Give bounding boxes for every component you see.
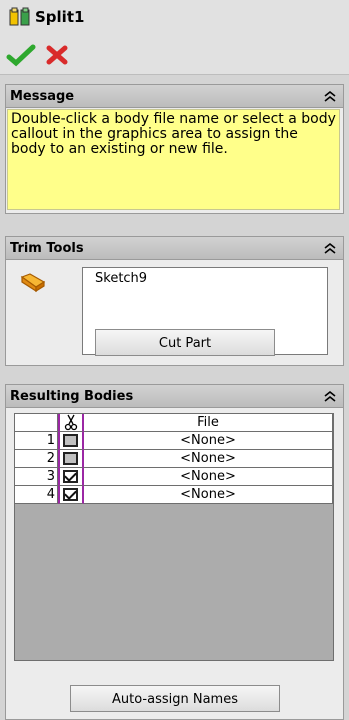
bodies-table: File 1 <None> 2 <None> 3 <None> 4 <None> (14, 413, 334, 661)
table-row[interactable]: 1 <None> (15, 432, 333, 450)
trim-tool-item[interactable]: Sketch9 (95, 271, 315, 286)
body-checkbox[interactable] (63, 452, 78, 465)
resulting-bodies-header[interactable]: Resulting Bodies (6, 385, 343, 408)
body-checkbox-cell[interactable] (58, 486, 84, 504)
feature-titlebar: Split1 (0, 0, 349, 34)
action-bar (0, 34, 349, 75)
body-file-cell[interactable]: <None> (84, 432, 333, 450)
body-file-cell[interactable]: <None> (84, 468, 333, 486)
table-row[interactable]: 2 <None> (15, 450, 333, 468)
resulting-bodies-panel: Resulting Bodies File 1 <None> 2 <None> … (5, 384, 344, 720)
message-panel: Message Double-click a body file name or… (5, 84, 344, 214)
collapse-chevrons-icon[interactable] (323, 241, 337, 255)
message-text: Double-click a body file name or select … (7, 109, 340, 210)
body-file-cell[interactable]: <None> (84, 486, 333, 504)
table-row[interactable]: 4 <None> (15, 486, 333, 504)
row-number: 2 (15, 450, 58, 468)
trim-tools-panel: Trim Tools Sketch9 Cut Part (5, 236, 344, 366)
trim-tools-header[interactable]: Trim Tools (6, 237, 343, 260)
collapse-chevrons-icon[interactable] (323, 89, 337, 103)
body-checkbox-cell[interactable] (58, 432, 84, 450)
cut-part-button[interactable]: Cut Part (95, 329, 275, 356)
row-number: 4 (15, 486, 58, 504)
scissors-icon (64, 414, 78, 431)
close-icon (46, 45, 68, 65)
table-row[interactable]: 3 <None> (15, 468, 333, 486)
table-header-row: File (15, 414, 333, 432)
trim-tools-title: Trim Tools (10, 240, 84, 256)
auto-assign-names-button[interactable]: Auto-assign Names (70, 685, 280, 712)
scissors-column-header[interactable] (58, 414, 84, 432)
body-checkbox[interactable] (63, 488, 78, 501)
checkmark-icon (6, 44, 36, 67)
body-checkbox-cell[interactable] (58, 450, 84, 468)
body-checkbox-cell[interactable] (58, 468, 84, 486)
row-number: 1 (15, 432, 58, 450)
body-checkbox[interactable] (63, 470, 78, 483)
resulting-bodies-title: Resulting Bodies (10, 388, 134, 404)
ok-button[interactable] (6, 43, 36, 67)
message-panel-header[interactable]: Message (6, 85, 343, 108)
row-number-header (15, 414, 58, 432)
feature-title: Split1 (35, 8, 85, 26)
trim-tool-icon (20, 273, 46, 293)
body-file-cell[interactable]: <None> (84, 450, 333, 468)
row-number: 3 (15, 468, 58, 486)
cancel-button[interactable] (42, 43, 72, 67)
split-feature-icon (9, 7, 30, 26)
file-column-header: File (84, 414, 333, 432)
collapse-chevrons-icon[interactable] (323, 389, 337, 403)
body-checkbox[interactable] (63, 434, 78, 447)
message-panel-title: Message (10, 88, 75, 104)
